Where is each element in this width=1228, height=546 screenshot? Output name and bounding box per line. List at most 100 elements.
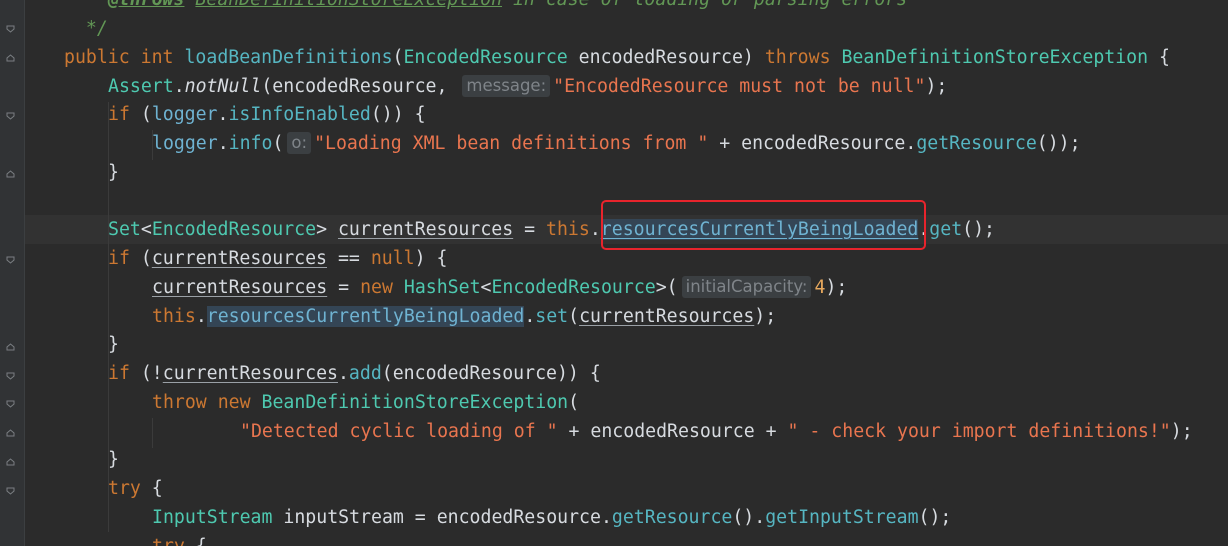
keyword-try: try	[108, 478, 141, 499]
type-ref[interactable]: HashSet	[404, 277, 481, 298]
code-line-close-brace[interactable]: }	[108, 158, 119, 187]
arguments: (encodedResource,	[261, 76, 459, 97]
method-call[interactable]: set	[535, 306, 568, 327]
method-call[interactable]: getResource	[916, 133, 1036, 154]
assign: =	[327, 277, 361, 298]
code-line-new-hashset[interactable]: currentResources = new HashSet<EncodedRe…	[152, 273, 847, 302]
keyword-new: new	[217, 392, 251, 413]
statement-end: ();	[918, 507, 952, 528]
dot: .	[217, 104, 229, 125]
code-editor[interactable]: * @throws BeanDefinitionStoreException i…	[0, 0, 1228, 546]
code-line-try-inner[interactable]: try {	[152, 532, 207, 546]
keyword-public: public	[64, 47, 130, 68]
keyword-throws: throws	[764, 47, 831, 68]
local-variable[interactable]: currentResources	[163, 363, 338, 384]
operator: ==	[327, 248, 371, 269]
method-call[interactable]: get	[929, 219, 962, 240]
string-literal: "Loading XML bean definitions from "	[314, 133, 709, 154]
code-line-javadoc-throws[interactable]: * @throws BeanDefinitionStoreException i…	[64, 0, 907, 14]
parameter-hint: o:	[287, 132, 312, 154]
code-line-method-signature[interactable]: public int loadBeanDefinitions(EncodedRe…	[64, 43, 1170, 72]
keyword-this: this	[546, 219, 590, 240]
paren: (!	[129, 363, 163, 384]
brace: }	[108, 449, 119, 470]
code-line-logger-info[interactable]: logger.info(o: "Loading XML bean definiti…	[152, 129, 1081, 158]
keyword-throw: throw	[152, 392, 207, 413]
param-name[interactable]: encodedResource)	[568, 47, 765, 68]
code-lines[interactable]: * @throws BeanDefinitionStoreException i…	[0, 0, 1228, 546]
brace: }	[108, 334, 119, 355]
local-variable[interactable]: currentResources	[152, 277, 327, 298]
code-line-close-brace[interactable]: }	[108, 330, 119, 359]
dot: .	[195, 306, 207, 327]
code-line-javadoc-end[interactable]: */	[64, 14, 108, 43]
local-variable[interactable]: currentResources	[152, 248, 327, 269]
dot: .	[524, 306, 536, 327]
code-line-try[interactable]: try {	[108, 474, 163, 503]
brace: }	[108, 162, 119, 183]
concat-expr: + encodedResource.	[708, 133, 917, 154]
assign: =	[513, 219, 547, 240]
keyword-if: if	[108, 363, 130, 384]
field-ref[interactable]: logger	[152, 104, 218, 125]
method-call[interactable]: getResource	[612, 507, 732, 528]
chain: ().	[732, 507, 766, 528]
exception-type[interactable]: BeanDefinitionStoreException	[841, 47, 1148, 68]
statement-end: ()) {	[370, 104, 426, 125]
dot: .	[589, 219, 601, 240]
field-ref[interactable]: logger	[152, 133, 218, 154]
param-type[interactable]: EncodedResource	[403, 47, 567, 68]
class-ref[interactable]: Assert	[108, 76, 174, 97]
statement-end: );	[1170, 421, 1193, 442]
paren: (	[129, 104, 152, 125]
static-method-call[interactable]: notNull	[185, 76, 262, 97]
brace: {	[140, 478, 163, 499]
dot: .	[173, 76, 185, 97]
parameter-hint: message:	[462, 75, 551, 97]
keyword-int: int	[140, 47, 174, 68]
generic-open: <	[140, 219, 152, 240]
number-literal: 4	[814, 277, 826, 298]
type-ref[interactable]: EncodedResource	[152, 219, 316, 240]
string-literal: "EncodedResource must not be null"	[553, 76, 926, 97]
paren: (	[568, 306, 580, 327]
code-line-input-stream[interactable]: InputStream inputStream = encodedResourc…	[152, 503, 951, 532]
method-call[interactable]: info	[229, 133, 273, 154]
generic-close: >	[316, 219, 338, 240]
code-line-exception-message[interactable]: "Detected cyclic loading of " + encodedR…	[240, 417, 1193, 446]
brace: {	[1148, 47, 1170, 68]
code-line-throw[interactable]: throw new BeanDefinitionStoreException(	[152, 388, 579, 417]
statement-end: ) {	[414, 248, 448, 269]
paren: (	[272, 133, 284, 154]
javadoc-exception-ref[interactable]: BeanDefinitionStoreException	[195, 0, 502, 10]
dot: .	[217, 133, 229, 154]
javadoc-tag: @throws	[108, 0, 185, 10]
keyword-this: this	[152, 306, 196, 327]
parameter-hint: initialCapacity:	[681, 276, 812, 298]
brace: {	[185, 536, 207, 546]
concat-expr: + encodedResource +	[557, 421, 788, 442]
generic-open: <	[480, 277, 492, 298]
type-ref[interactable]: InputStream	[152, 507, 272, 528]
keyword-try: try	[152, 536, 185, 546]
local-variable[interactable]: currentResources	[579, 306, 754, 327]
code-line-if-null[interactable]: if (currentResources == null) {	[108, 244, 448, 273]
method-call[interactable]: getInputStream	[765, 507, 918, 528]
type-ref[interactable]: EncodedResource	[491, 277, 655, 298]
code-line-threadlocal-set[interactable]: this.resourcesCurrentlyBeingLoaded.set(c…	[152, 302, 776, 331]
paren: (	[392, 47, 404, 68]
highlighted-field[interactable]: resourcesCurrentlyBeingLoaded	[206, 306, 525, 327]
method-name[interactable]: loadBeanDefinitions	[184, 47, 392, 68]
method-call[interactable]: isInfoEnabled	[228, 104, 370, 125]
statement-end: ();	[962, 219, 996, 240]
local-variable[interactable]: currentResources	[338, 219, 513, 240]
code-line-close-brace[interactable]: }	[108, 445, 119, 474]
type-ref[interactable]: Set	[108, 219, 141, 240]
code-line-if-add[interactable]: if (!currentResources.add(encodedResourc…	[108, 359, 601, 388]
keyword-if: if	[108, 104, 130, 125]
code-line-assert[interactable]: Assert.notNull(encodedResource, message:…	[108, 72, 947, 101]
code-line-if-info[interactable]: if (logger.isInfoEnabled()) {	[108, 100, 426, 129]
exception-type[interactable]: BeanDefinitionStoreException	[262, 392, 569, 413]
method-call[interactable]: add	[349, 363, 382, 384]
javadoc-text: in case of loading or parsing errors	[502, 0, 907, 10]
